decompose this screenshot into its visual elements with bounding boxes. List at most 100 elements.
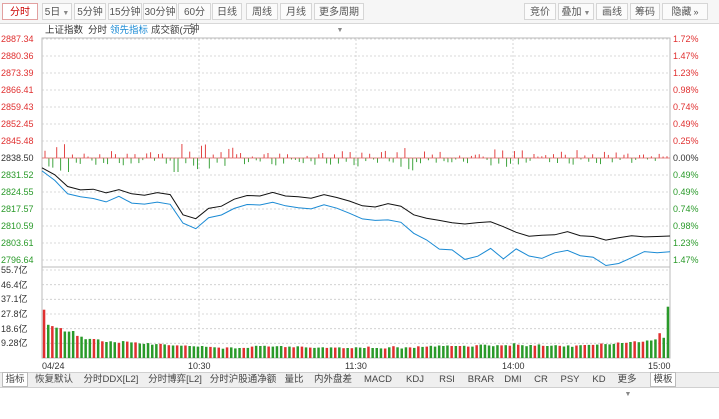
indicator-tab-1[interactable]: 恢复默认 bbox=[30, 373, 78, 387]
chart-grid bbox=[41, 37, 671, 359]
volume-bar bbox=[641, 341, 645, 358]
percent-tick-label: 0.49% bbox=[673, 187, 699, 197]
volume-tick-label: 46.4亿 bbox=[1, 279, 28, 290]
volume-bar bbox=[246, 347, 250, 358]
volume-bar bbox=[338, 347, 341, 358]
indicator-tab-12[interactable]: CR bbox=[528, 373, 554, 387]
volume-bar bbox=[313, 347, 316, 358]
time-tick-label: 14:00 bbox=[502, 361, 525, 371]
volume-bar bbox=[604, 344, 607, 358]
volume-bar bbox=[371, 348, 374, 358]
percent-tick-label: 0.98% bbox=[673, 221, 699, 231]
volume-tick-label: 27.8亿 bbox=[1, 309, 28, 319]
indicator-tab-2[interactable]: 分时DDX[L2] bbox=[80, 373, 142, 387]
indicator-tab-label: 恢复默认 bbox=[34, 374, 73, 385]
volume-bar bbox=[180, 345, 183, 358]
indicator-tab-3[interactable]: 分时博弈[L2] bbox=[144, 373, 206, 387]
indicator-tab-7[interactable]: MACD bbox=[358, 373, 398, 387]
percent-tick-label: 0.74% bbox=[673, 102, 699, 112]
volume-bar bbox=[475, 345, 478, 358]
volume-bar bbox=[637, 342, 641, 358]
volume-bar bbox=[342, 348, 345, 358]
volume-bar bbox=[500, 345, 503, 358]
volume-bar bbox=[550, 345, 553, 358]
volume-bar bbox=[230, 347, 233, 358]
volume-bar bbox=[541, 345, 545, 358]
volume-bar bbox=[117, 342, 121, 358]
volume-bar bbox=[275, 346, 279, 358]
price-tick-label: 2803.61 bbox=[1, 238, 34, 248]
volume-bar bbox=[88, 338, 92, 358]
volume-bar bbox=[404, 347, 408, 358]
volume-bar bbox=[146, 343, 150, 358]
price-tick-label: 2824.55 bbox=[1, 187, 34, 197]
volume-bar bbox=[309, 347, 312, 358]
indicator-tab-label: 内外盘差 bbox=[313, 374, 352, 385]
volume-bar bbox=[571, 346, 574, 358]
volume-bar bbox=[417, 346, 420, 358]
indicator-tab-4[interactable]: 分时沪股通净额 bbox=[208, 373, 278, 387]
indicator-tab-label: RSI bbox=[439, 374, 455, 385]
volume-bar bbox=[450, 346, 453, 358]
volume-bar bbox=[608, 344, 611, 358]
volume-bar bbox=[134, 342, 137, 358]
indicator-tab-13[interactable]: PSY bbox=[556, 373, 584, 387]
percent-tick-label: 0.74% bbox=[673, 204, 699, 214]
percent-tick-label: 1.47% bbox=[673, 51, 699, 61]
volume-bar bbox=[284, 347, 287, 358]
indicator-tab-label: 模板 bbox=[653, 374, 673, 385]
indicator-tab-14[interactable]: KD bbox=[586, 373, 612, 387]
indicator-tab-16[interactable]: 模板 bbox=[650, 372, 676, 387]
indicator-tab-5[interactable]: 量比 bbox=[280, 373, 308, 387]
indicator-tab-label: MACD bbox=[364, 374, 392, 385]
volume-bar bbox=[529, 345, 532, 358]
percent-tick-label: 0.00% bbox=[673, 153, 699, 163]
percent-tick-label: 0.98% bbox=[673, 85, 699, 95]
volume-bar bbox=[612, 343, 616, 358]
volume-bar bbox=[205, 346, 208, 358]
volume-bar bbox=[329, 347, 333, 358]
volume-bar bbox=[101, 341, 104, 358]
indicator-tab-0[interactable]: 指标 bbox=[2, 372, 28, 387]
indicator-tab-label: 量比 bbox=[284, 374, 304, 385]
volume-bar bbox=[504, 345, 507, 358]
volume-bar bbox=[554, 345, 557, 358]
volume-bar bbox=[317, 347, 320, 358]
volume-bar bbox=[421, 346, 424, 358]
indicator-tab-6[interactable]: 内外盘差 bbox=[310, 373, 356, 387]
volume-bar bbox=[591, 344, 595, 358]
indicator-tab-label: DMI bbox=[504, 374, 522, 385]
percent-tick-label: 1.23% bbox=[673, 68, 699, 78]
indicator-tab-10[interactable]: BRAR bbox=[464, 373, 498, 387]
volume-bar bbox=[429, 345, 433, 358]
volume-bar bbox=[279, 346, 283, 358]
volume-bar bbox=[375, 348, 378, 358]
volume-bar bbox=[525, 346, 528, 358]
indicator-tab-8[interactable]: KDJ bbox=[400, 373, 430, 387]
volume-bar bbox=[296, 346, 299, 358]
volume-bar bbox=[363, 348, 366, 358]
volume-bar bbox=[654, 339, 657, 358]
indicator-tab-15[interactable]: 更多 ▼ bbox=[614, 373, 640, 398]
volume-bar bbox=[596, 344, 599, 358]
chart-frame bbox=[41, 37, 671, 359]
volume-bar bbox=[392, 346, 395, 358]
volume-bar bbox=[84, 339, 87, 358]
volume-bar bbox=[196, 346, 200, 358]
indicator-tab-label: 更多 bbox=[617, 374, 637, 385]
time-tick-label: 15:00 bbox=[648, 361, 671, 371]
volume-bar bbox=[238, 348, 241, 358]
volume-bar bbox=[300, 346, 304, 358]
volume-bar bbox=[225, 347, 229, 358]
volume-bar bbox=[587, 344, 591, 358]
volume-bar bbox=[616, 342, 620, 358]
indicator-tab-11[interactable]: DMI bbox=[500, 373, 526, 387]
percent-tick-label: 0.49% bbox=[673, 119, 699, 129]
volume-bar bbox=[92, 339, 96, 358]
indicator-tab-9[interactable]: RSI bbox=[432, 373, 462, 387]
volume-bar bbox=[325, 347, 329, 358]
volume-bar bbox=[388, 347, 391, 358]
volume-bar bbox=[350, 348, 354, 358]
intraday-chart[interactable] bbox=[0, 0, 719, 372]
volume-bar bbox=[462, 345, 466, 358]
